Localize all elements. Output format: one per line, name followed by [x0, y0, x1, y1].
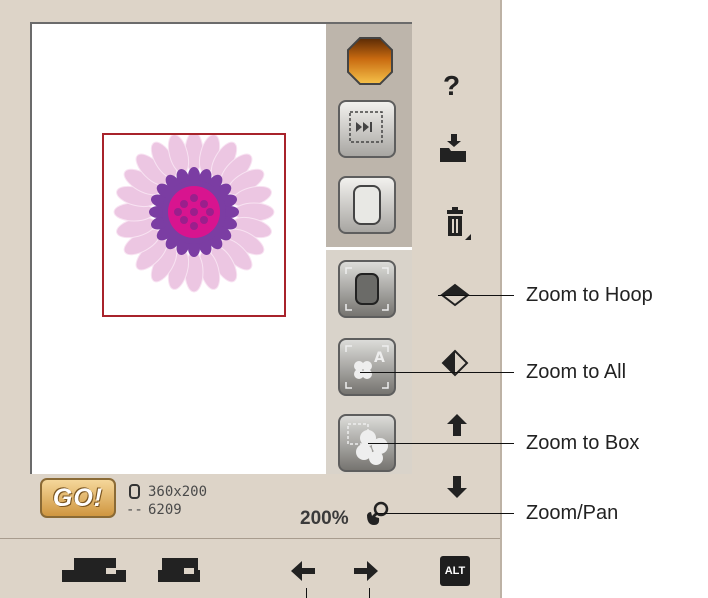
hoop-icon: [353, 185, 381, 225]
delete-icon[interactable]: [443, 206, 473, 246]
hoop-size-icon: [129, 484, 140, 499]
zoom-to-all-button[interactable]: A: [338, 338, 396, 396]
callout-zoom-to-hoop: Zoom to Hoop: [526, 284, 653, 306]
arrow-left-icon[interactable]: [289, 558, 317, 584]
callout-line-zoom-pan: [376, 513, 514, 514]
zoom-level: 200%: [300, 508, 349, 529]
callout-zoom-to-all: Zoom to All: [526, 361, 627, 383]
sewing-mode-icon[interactable]: [60, 556, 128, 586]
zoom-to-hoop-icon: [345, 267, 389, 311]
callout-line-zoom-to-box: [368, 443, 514, 444]
arrow-left-tick: [306, 588, 307, 598]
arrow-up-icon[interactable]: [446, 412, 468, 438]
bottom-separator: [0, 538, 500, 539]
hoop-position-button[interactable]: [338, 176, 396, 234]
callout-zoom-pan: Zoom/Pan: [526, 502, 619, 524]
column-divider: [326, 247, 412, 250]
arrow-right-icon[interactable]: [352, 558, 380, 584]
open-file-icon[interactable]: [438, 132, 470, 164]
callout-line-zoom-to-hoop: [438, 295, 514, 296]
alt-button[interactable]: ALT: [440, 556, 470, 586]
help-icon[interactable]: ?: [443, 70, 460, 102]
skip-to-end-icon: [349, 111, 383, 143]
embroidery-design[interactable]: [104, 135, 284, 315]
stitch-prefix: --: [126, 502, 143, 518]
arrow-right-tick: [369, 588, 370, 598]
go-button[interactable]: GO!: [40, 478, 116, 518]
zoom-to-all-icon: A: [345, 345, 389, 389]
callout-line-zoom-to-all: [360, 372, 514, 373]
stitch-to-end-button[interactable]: [338, 100, 396, 158]
embroidery-mode-icon[interactable]: [156, 556, 202, 586]
arrow-down-icon[interactable]: [446, 474, 468, 500]
stitch-count: 6209: [148, 502, 182, 518]
zoom-to-hoop-button[interactable]: [338, 260, 396, 318]
frame-edge: [500, 0, 502, 598]
hoop-size-text: 360x200: [148, 484, 208, 500]
callout-zoom-to-box: Zoom to Box: [526, 432, 640, 454]
stitch-out-icon[interactable]: [346, 36, 394, 86]
svg-text:A: A: [374, 350, 385, 366]
